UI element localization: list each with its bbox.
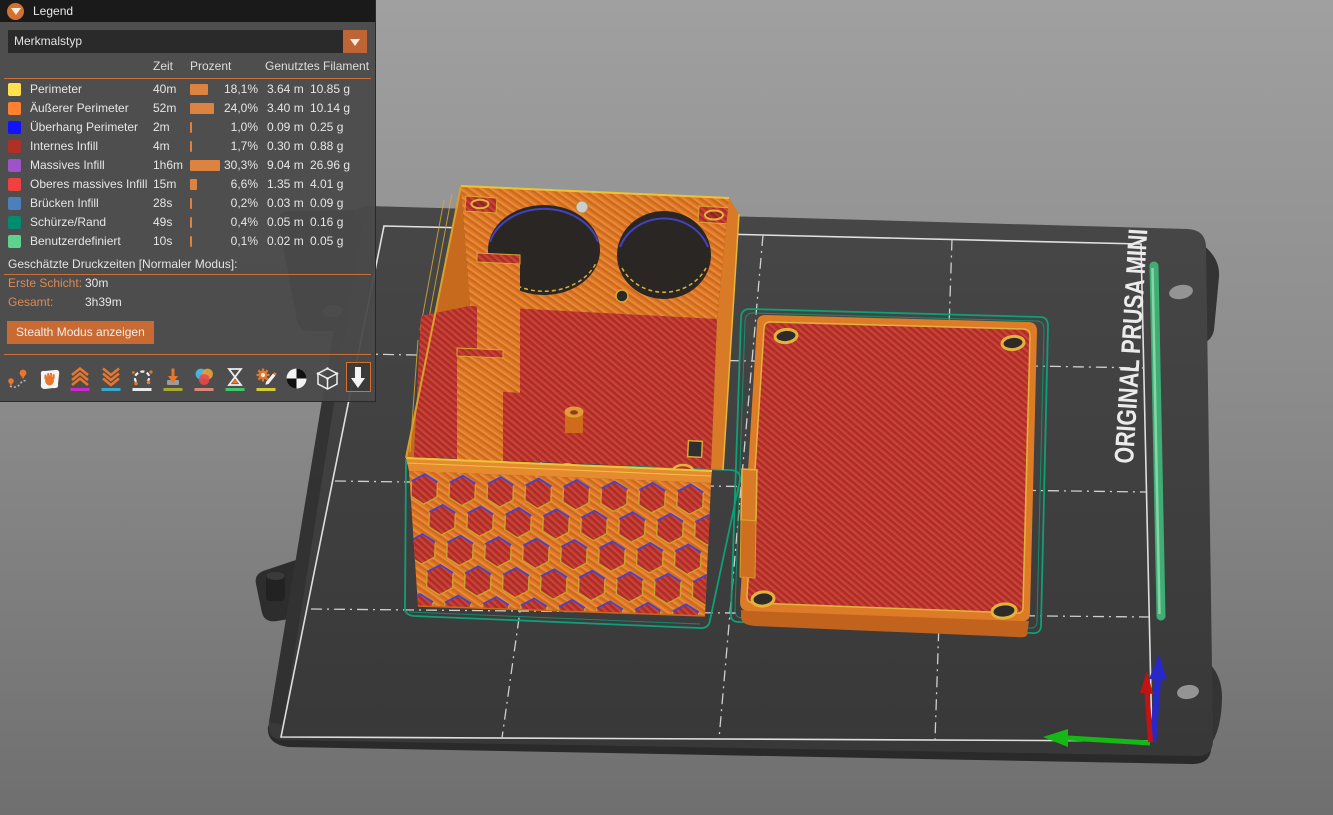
legend-titlebar[interactable]: Legend xyxy=(0,0,375,22)
table-row: Oberes massives Infill 15m 6,6% 1.35 m 4… xyxy=(0,175,375,194)
feature-color-swatch xyxy=(8,235,21,248)
percent-bar xyxy=(190,122,192,133)
feature-color-swatch xyxy=(8,197,21,210)
percent-bar xyxy=(190,236,192,247)
col-header-time: Zeit xyxy=(153,59,173,73)
model-lid-plate[interactable] xyxy=(740,315,1037,637)
feature-color-swatch xyxy=(8,140,21,153)
deretractions-icon[interactable] xyxy=(99,364,124,392)
color-changes-icon[interactable] xyxy=(191,364,216,392)
shells-icon[interactable] xyxy=(315,364,340,392)
table-row: Schürze/Rand 49s 0,4% 0.05 m 0.16 g xyxy=(0,213,375,232)
view-type-dropdown[interactable]: Merkmalstyp xyxy=(8,30,367,53)
col-header-percent: Prozent xyxy=(190,59,231,73)
feature-color-swatch xyxy=(8,121,21,134)
table-row: Benutzerdefiniert 10s 0,1% 0.02 m 0.05 g xyxy=(0,232,375,251)
feature-color-swatch xyxy=(8,102,21,115)
feature-color-swatch xyxy=(8,159,21,172)
percent-bar xyxy=(190,179,197,190)
percent-bar xyxy=(190,84,208,95)
seams-icon[interactable] xyxy=(130,364,155,392)
feature-color-swatch xyxy=(8,216,21,229)
tool-marker-icon[interactable] xyxy=(346,362,371,392)
prusaslicer-preview-window: ORIGINAL PRUSA MINI xyxy=(0,0,1333,815)
legend-title: Legend xyxy=(33,4,73,18)
table-row: Brücken Infill 28s 0,2% 0.03 m 0.09 g xyxy=(0,194,375,213)
table-row: Perimeter 40m 18,1% 3.64 m 10.85 g xyxy=(0,80,375,99)
divider xyxy=(4,274,371,275)
divider xyxy=(4,354,371,355)
pause-prints-icon[interactable] xyxy=(222,364,247,392)
percent-bar xyxy=(190,217,192,228)
feature-color-swatch xyxy=(8,83,21,96)
divider xyxy=(4,78,371,79)
table-row: Überhang Perimeter 2m 1,0% 0.09 m 0.25 g xyxy=(0,118,375,137)
legend-table-header: Zeit Prozent Genutztes Filament xyxy=(0,59,375,75)
estimated-times-heading: Geschätzte Druckzeiten [Normaler Modus]: xyxy=(0,251,375,271)
travels-icon[interactable] xyxy=(6,364,31,392)
tool-changes-icon[interactable] xyxy=(161,364,186,392)
total-time: Gesamt: 3h39m xyxy=(8,295,375,314)
percent-bar xyxy=(190,141,192,152)
preview-options-toolbar xyxy=(0,356,375,401)
fan-hole xyxy=(617,211,711,299)
percent-bar xyxy=(190,198,192,209)
first-layer-time: Erste Schicht: 30m xyxy=(8,276,375,295)
dropdown-arrow-icon[interactable] xyxy=(343,30,367,53)
retractions-icon[interactable] xyxy=(68,364,93,392)
col-header-filament: Genutztes Filament xyxy=(265,59,369,73)
feature-color-swatch xyxy=(8,178,21,191)
legend-table: Perimeter 40m 18,1% 3.64 m 10.85 g Äußer… xyxy=(0,80,375,251)
custom-gcode-icon[interactable] xyxy=(253,364,278,392)
collapse-icon[interactable] xyxy=(7,3,24,20)
stealth-mode-button[interactable]: Stealth Modus anzeigen xyxy=(7,321,154,344)
view-type-value: Merkmalstyp xyxy=(8,30,367,53)
model-enclosure-box[interactable] xyxy=(406,186,739,636)
table-row: Massives Infill 1h6m 30,3% 9.04 m 26.96 … xyxy=(0,156,375,175)
table-row: Internes Infill 4m 1,7% 0.30 m 0.88 g xyxy=(0,137,375,156)
table-row: Äußerer Perimeter 52m 24,0% 3.40 m 10.14… xyxy=(0,99,375,118)
legend-panel: Legend Merkmalstyp Zeit Prozent Genutzte… xyxy=(0,0,376,402)
center-of-mass-icon[interactable] xyxy=(284,364,309,392)
wipe-icon[interactable] xyxy=(37,364,62,392)
